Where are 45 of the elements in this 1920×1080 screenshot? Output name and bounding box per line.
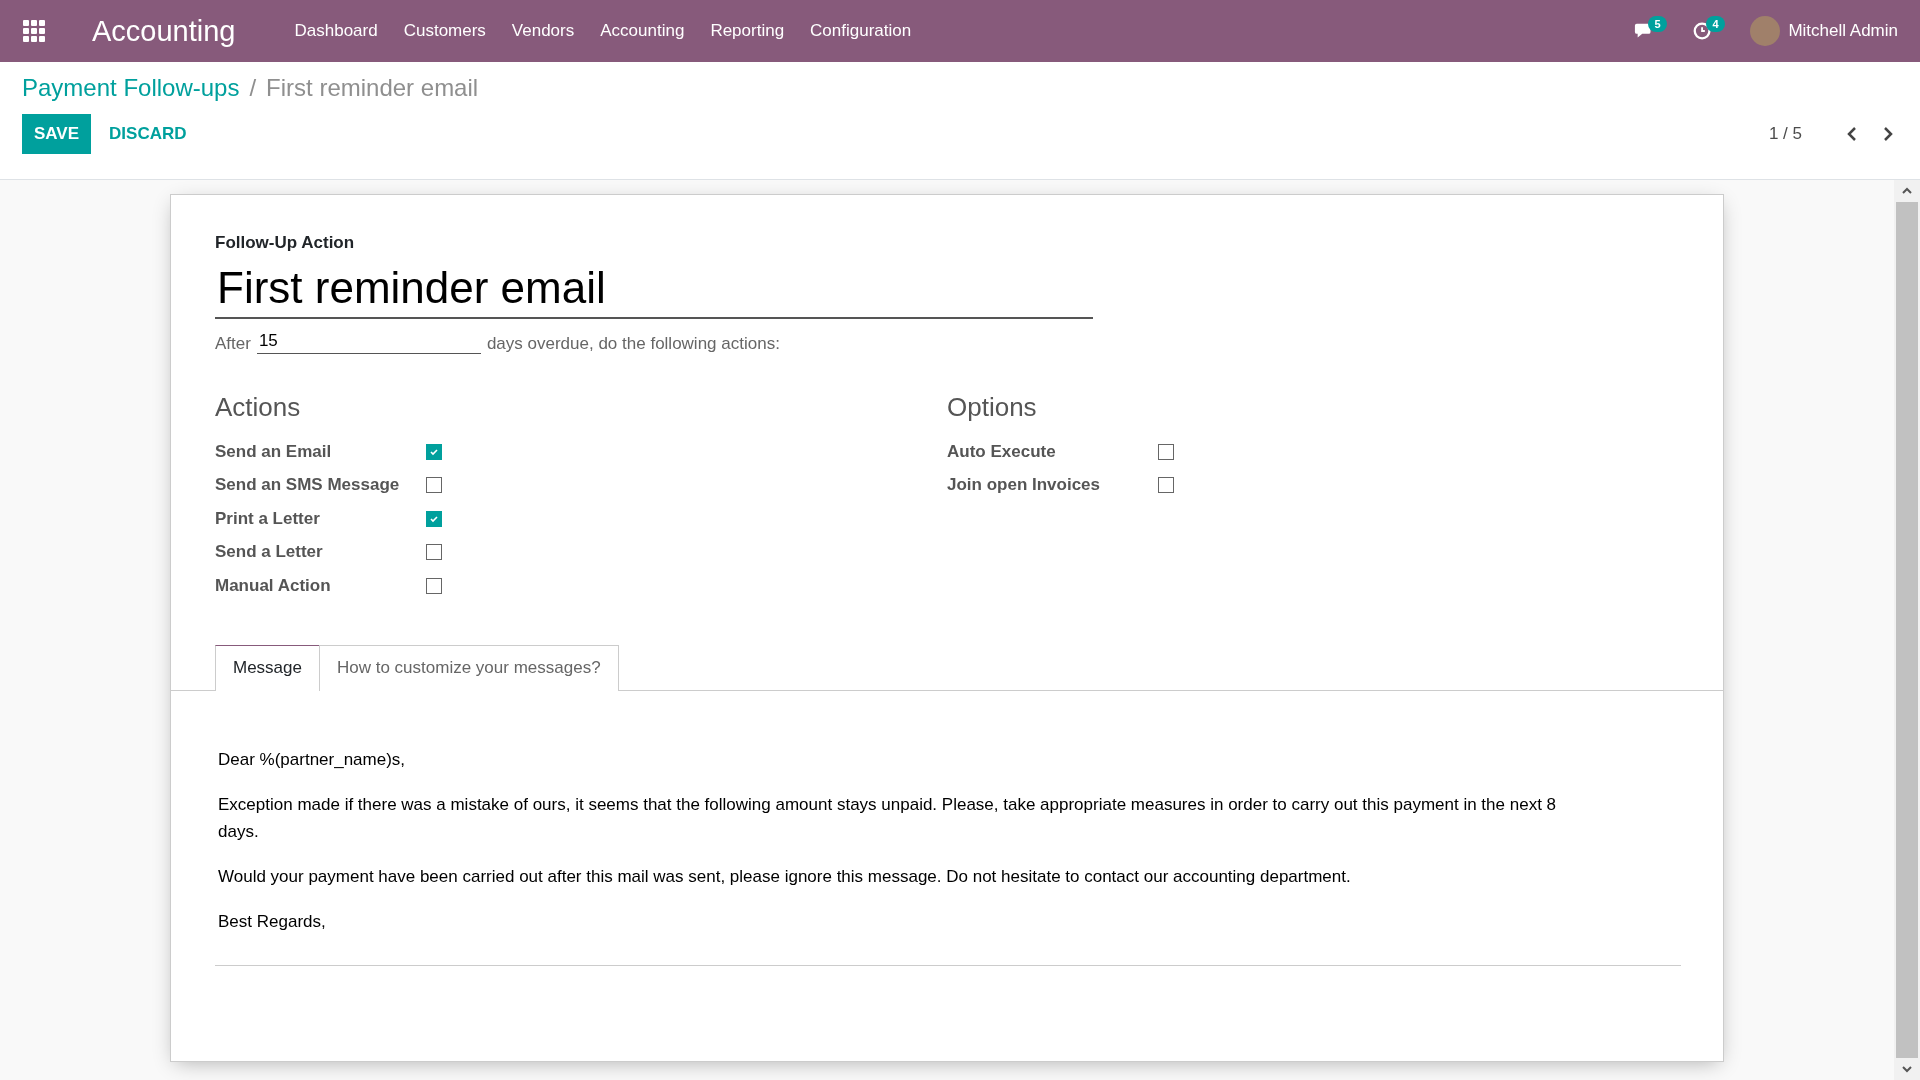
checkbox[interactable] (1158, 477, 1174, 494)
checkbox[interactable] (426, 477, 442, 494)
tab[interactable]: How to customize your messages? (319, 644, 619, 691)
checkmark-icon (429, 446, 439, 457)
message-paragraph: Best Regards, (218, 910, 327, 933)
save-button[interactable]: SAVE (22, 114, 92, 154)
notification-badge: 4 (1706, 16, 1725, 32)
scrollbar[interactable] (1894, 180, 1920, 1080)
after-label: After (215, 334, 251, 354)
checkbox-label: Print a Letter (215, 508, 321, 529)
checkbox[interactable] (426, 577, 442, 594)
menu-item[interactable]: Dashboard (281, 21, 391, 41)
notification-badge: 5 (1648, 16, 1667, 32)
checkbox-label: Send an Email (215, 441, 333, 462)
checkbox[interactable] (426, 510, 442, 527)
breadcrumb-current: First reminder email (266, 74, 479, 102)
checkbox-label: Join open Invoices (947, 475, 1102, 496)
checkbox-label: Auto Execute (947, 441, 1057, 462)
menu-item[interactable]: Configuration (797, 21, 925, 41)
message-paragraph: Dear %(partner_name)s, (218, 748, 407, 771)
menu-item[interactable]: Customers (390, 21, 499, 41)
menu-item[interactable]: Reporting (697, 21, 798, 41)
message-paragraph: Would your payment have been carried out after this mail was sent, please ignore this message. Do not hesitate to contact our accounting department. (218, 865, 1352, 888)
message-paragraph: Exception made if there was a mistake of ours, it seems that the following amount stays unpaid. Please, take appropriate measures in order to carry out this payment in the next 8 days. (218, 793, 1558, 843)
checkbox[interactable] (426, 443, 442, 460)
checkbox[interactable] (1158, 443, 1174, 460)
checkbox-label: Send a Letter (215, 542, 324, 563)
menu-item[interactable]: Vendors (498, 21, 588, 41)
app-title: Accounting (92, 14, 236, 48)
discard-button[interactable]: DISCARD (91, 114, 205, 154)
delay-suffix: days overdue, do the following actions: (486, 334, 780, 354)
checkbox-label: Send an SMS Message (215, 475, 401, 496)
breadcrumb-separator: / (249, 74, 257, 102)
app-grid-icon[interactable] (22, 19, 46, 43)
user-name[interactable]: Mitchell Admin (1788, 21, 1898, 41)
group-title: Actions (215, 392, 302, 423)
checkmark-icon (429, 513, 439, 524)
group-title: Options (947, 392, 1038, 423)
tab[interactable]: Message (215, 644, 320, 691)
checkbox[interactable] (426, 544, 442, 561)
pager-counter: 1 / 5 (1768, 124, 1802, 144)
field-label: Follow-Up Action (215, 233, 356, 253)
checkbox-label: Manual Action (215, 575, 332, 596)
breadcrumb-link[interactable]: Payment Follow-ups (22, 74, 240, 102)
menu-item[interactable]: Accounting (587, 21, 698, 41)
